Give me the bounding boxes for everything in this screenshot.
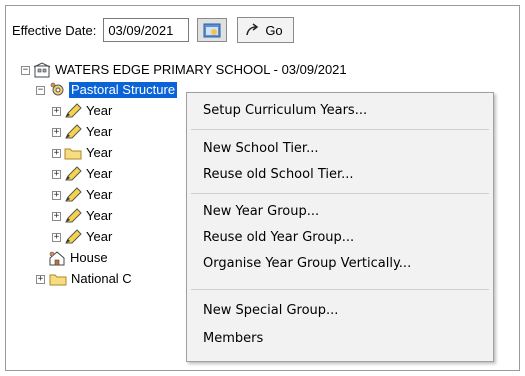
pencil-icon	[65, 124, 82, 139]
tree-node-house[interactable]: House	[48, 249, 110, 267]
root-collapse-toggle[interactable]: −	[21, 66, 30, 75]
year-label: Year	[86, 124, 113, 139]
menu-separator	[191, 289, 489, 290]
pencil-icon	[65, 208, 82, 223]
year-label: Year	[86, 229, 113, 244]
tree-node-year[interactable]: Year	[64, 207, 114, 225]
tree-node-pastoral-structure[interactable]: Pastoral Structure	[49, 81, 178, 99]
year-label: Year	[86, 208, 113, 223]
calendar-button[interactable]	[197, 18, 228, 42]
menu-separator	[191, 129, 489, 130]
pastoral-structure-label: Pastoral Structure	[69, 82, 178, 98]
year-expand-toggle[interactable]: +	[52, 191, 61, 200]
menu-item-reuse-old-year-group[interactable]: Reuse old Year Group...	[203, 226, 354, 250]
year-label: Year	[86, 145, 113, 160]
national-label: National C	[71, 271, 132, 286]
tree-node-year[interactable]: Year	[64, 228, 114, 246]
go-label: Go	[265, 22, 283, 38]
folder-icon	[64, 148, 82, 160]
tree-node-year[interactable]: Year	[64, 186, 114, 204]
toolbar: Effective Date: Go	[12, 16, 294, 44]
pastoral-collapse-toggle[interactable]: −	[36, 86, 45, 95]
year-expand-toggle[interactable]: +	[52, 107, 61, 116]
year-expand-toggle[interactable]: +	[52, 170, 61, 179]
menu-item-new-special-group[interactable]: New Special Group...	[203, 299, 338, 323]
effective-date-input[interactable]	[103, 18, 190, 42]
house-label: House	[70, 250, 108, 265]
year-label: Year	[86, 103, 113, 118]
menu-separator	[191, 193, 489, 194]
year-expand-toggle[interactable]: +	[52, 128, 61, 137]
arrow-icon	[246, 23, 259, 36]
menu-item-reuse-old-school-tier[interactable]: Reuse old School Tier...	[203, 163, 354, 187]
context-menu: Setup Curriculum Years... New School Tie…	[186, 92, 494, 362]
year-expand-toggle[interactable]: +	[52, 149, 61, 158]
national-expand-toggle[interactable]: +	[36, 275, 45, 284]
school-label: WATERS EDGE PRIMARY SCHOOL - 03/09/2021	[55, 62, 347, 77]
pencil-icon	[65, 229, 82, 244]
tree-node-year[interactable]: Year	[64, 165, 114, 183]
house-icon	[49, 251, 65, 266]
menu-item-new-school-tier[interactable]: New School Tier...	[203, 137, 318, 161]
pencil-icon	[65, 103, 82, 118]
tree-node-school[interactable]: WATERS EDGE PRIMARY SCHOOL - 03/09/2021	[33, 61, 349, 79]
menu-item-setup-curriculum-years[interactable]: Setup Curriculum Years...	[203, 99, 367, 123]
school-icon	[33, 62, 51, 78]
tree-node-year[interactable]: Year	[64, 144, 114, 162]
effective-date-label: Effective Date:	[12, 22, 97, 38]
menu-item-organise-year-group-vertically[interactable]: Organise Year Group Vertically...	[203, 252, 411, 276]
pencil-icon	[65, 187, 82, 202]
pastoral-gear-icon	[50, 82, 64, 96]
calendar-icon	[203, 23, 221, 38]
tree-node-year[interactable]: Year	[64, 123, 114, 141]
tree-node-national[interactable]: National C	[49, 270, 134, 288]
folder-icon	[49, 274, 67, 286]
tree-node-year[interactable]: Year	[64, 102, 114, 120]
year-expand-toggle[interactable]: +	[52, 233, 61, 242]
year-label: Year	[86, 166, 113, 181]
menu-item-members[interactable]: Members	[203, 327, 263, 351]
year-expand-toggle[interactable]: +	[52, 212, 61, 221]
menu-item-new-year-group[interactable]: New Year Group...	[203, 200, 319, 224]
year-label: Year	[86, 187, 113, 202]
pencil-icon	[65, 166, 82, 181]
go-button[interactable]: Go	[237, 17, 294, 43]
